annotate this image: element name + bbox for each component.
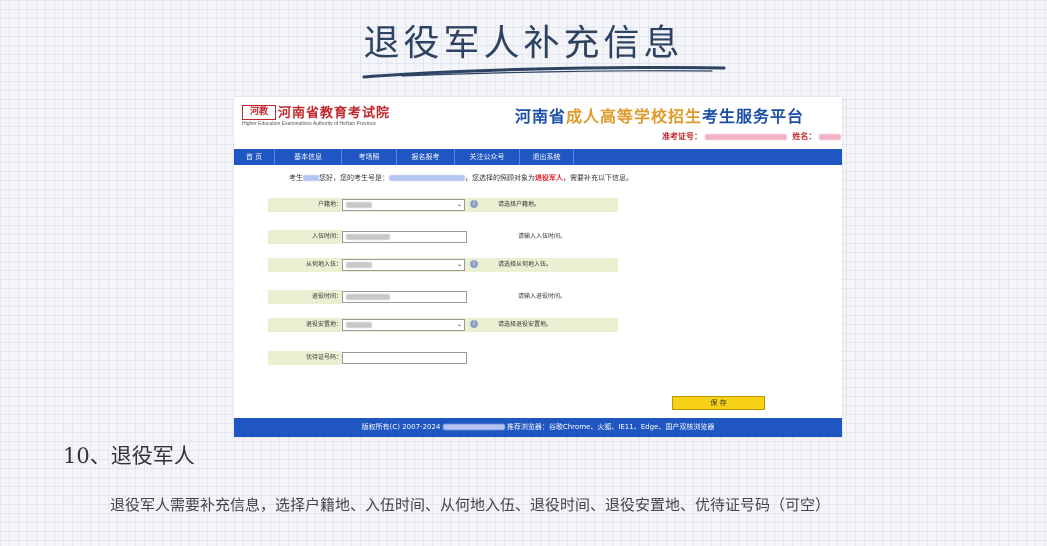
retire-time-input[interactable] — [342, 291, 467, 303]
field-hint: 请选择从何地入伍。 — [498, 261, 553, 268]
field-label: 从何地入伍： — [305, 261, 342, 268]
settle-place-select[interactable]: ⌄ — [342, 319, 465, 331]
field-hint: 请输入退役时间。 — [518, 293, 567, 300]
field-hint: 请选择户籍地。 — [498, 201, 541, 208]
nav-item-basic-info[interactable]: 基本信息 — [275, 149, 342, 165]
title-underline-decoration — [362, 65, 726, 79]
info-icon: i — [470, 200, 478, 208]
cert-no-input[interactable] — [342, 352, 467, 364]
field-label: 优待证号码： — [305, 354, 342, 361]
hukou-select[interactable]: ⌄ — [342, 199, 465, 211]
document-title: 退役军人补充信息 — [363, 23, 684, 64]
exam-no-label: 准考证号： — [662, 132, 702, 141]
footer-link-redacted[interactable] — [442, 424, 505, 430]
nav-item-exam-photo[interactable]: 考场照 — [342, 149, 397, 165]
field-label: 入伍时间： — [311, 233, 342, 240]
nav-bar: 首 页 基本信息 考场照 报名报考 关注公众号 退出系统 — [234, 149, 842, 165]
enlist-time-input[interactable] — [342, 231, 467, 243]
nav-item-logout[interactable]: 退出系统 — [520, 149, 574, 165]
chevron-down-icon: ⌄ — [456, 321, 462, 328]
portal-screenshot: 河教 河南省教育考试院 Higher Education Examination… — [234, 97, 842, 437]
exam-info-line: 准考证号： 姓名： — [662, 131, 842, 142]
save-button[interactable]: 保 存 — [672, 396, 765, 410]
chevron-down-icon: ⌄ — [456, 201, 462, 208]
student-no-redacted — [389, 175, 465, 181]
section-description: 退役军人需要补充信息，选择户籍地、入伍时间、从何地入伍、退役时间、退役安置地、优… — [110, 496, 831, 514]
student-name-redacted — [303, 175, 319, 181]
institute-name: 河南省教育考试院 — [278, 106, 391, 121]
portal-footer: 版权所有(C) 2007-2024 推荐浏览器：谷歌Chrome、火狐、IE11… — [234, 418, 842, 437]
chevron-down-icon: ⌄ — [456, 261, 462, 268]
platform-title: 河南省成人高等学校招生考生服务平台 — [515, 107, 805, 126]
institute-name-en: Higher Education Examinations Authority … — [242, 121, 376, 127]
enlist-place-select[interactable]: ⌄ — [342, 259, 465, 271]
info-icon: i — [470, 320, 478, 328]
portal-header: 河教 河南省教育考试院 Higher Education Examination… — [234, 97, 842, 147]
nav-item-follow-account[interactable]: 关注公众号 — [455, 149, 520, 165]
field-label: 退役时间： — [311, 293, 342, 300]
notice-text: 考生 您好，您的考生号是： ，您选择的照顾对象为退役军人，需要补充以下信息。 — [289, 174, 633, 182]
copyright-text: 版权所有(C) 2007-2024 — [361, 423, 441, 431]
browser-recommendation: 推荐浏览器：谷歌Chrome、火狐、IE11、Edge、国产双核浏览器 — [506, 423, 715, 431]
nav-item-home[interactable]: 首 页 — [234, 149, 275, 165]
name-label: 姓名： — [792, 132, 817, 141]
nav-item-registration[interactable]: 报名报考 — [397, 149, 455, 165]
field-label: 户籍地： — [317, 201, 342, 208]
info-icon: i — [470, 260, 478, 268]
section-heading: 10、退役军人 — [63, 444, 195, 468]
field-hint: 请选择退役安置地。 — [498, 321, 553, 328]
field-hint: 请输入入伍时间。 — [518, 233, 567, 240]
exam-no-redacted — [704, 133, 787, 140]
field-label: 退役安置地： — [305, 321, 342, 328]
institute-logo: 河教 — [242, 105, 276, 120]
name-redacted — [819, 133, 842, 140]
